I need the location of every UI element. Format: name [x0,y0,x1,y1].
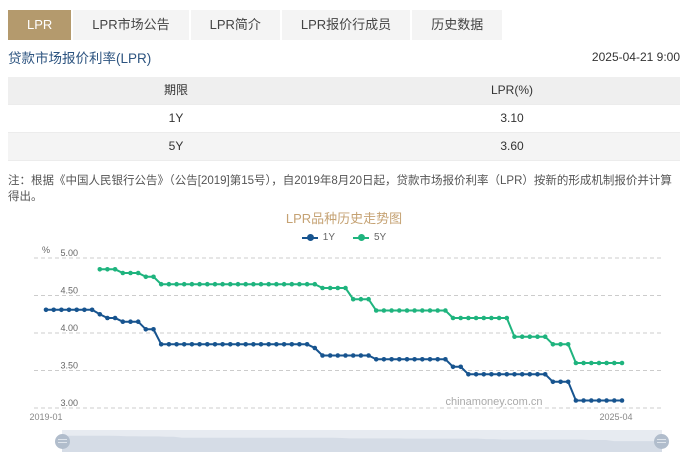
svg-text:4.50: 4.50 [60,286,78,296]
section-header: 贷款市场报价利率(LPR) 2025-04-21 9:00 [8,46,680,68]
tab-lpr[interactable]: LPR [8,10,71,40]
rate-1y-cell: 3.10 [344,105,680,132]
table-header-row: 期限 LPR(%) [8,77,680,105]
svg-text:2025-04: 2025-04 [599,412,632,422]
footnote: 注：根据《中国人民银行公告》（公告[2019]第15号），自2019年8月20日… [8,172,680,204]
table-row: 5Y 3.60 [8,133,680,161]
tab-lpr-quoting-banks[interactable]: LPR报价行成员 [282,10,410,40]
term-1y-cell: 1Y [8,105,344,132]
lpr-rate-table: 期限 LPR(%) 1Y 3.10 5Y 3.60 [8,77,680,161]
rate-5y-cell: 3.60 [344,133,680,160]
table-row: 1Y 3.10 [8,105,680,133]
datazoom-right-handle-icon[interactable] [654,434,669,449]
tab-bar: LPR LPR市场公告 LPR简介 LPR报价行成员 历史数据 [8,10,504,40]
svg-text:5.00: 5.00 [60,248,78,258]
term-5y-cell: 5Y [8,133,344,160]
chart-title: LPR品种历史走势图 [0,208,688,227]
lpr-page: LPR LPR市场公告 LPR简介 LPR报价行成员 历史数据 贷款市场报价利率… [0,0,688,456]
svg-text:%: % [42,245,50,255]
svg-text:3.00: 3.00 [60,398,78,408]
svg-text:2019-01: 2019-01 [29,412,62,422]
datazoom-silhouette [62,430,662,452]
tab-lpr-market-notice[interactable]: LPR市场公告 [73,10,188,40]
datazoom-left-handle-icon[interactable] [55,434,70,449]
svg-text:chinamoney.com.cn: chinamoney.com.cn [445,396,542,408]
svg-text:3.50: 3.50 [60,361,78,371]
page-title: 贷款市场报价利率(LPR) [8,47,151,67]
svg-text:4.00: 4.00 [60,323,78,333]
datazoom-slider[interactable] [62,430,662,452]
tab-lpr-intro[interactable]: LPR简介 [191,10,280,40]
report-datetime: 2025-04-21 9:00 [592,50,680,64]
column-header-rate: LPR(%) [344,77,680,104]
tab-historical-data[interactable]: 历史数据 [412,10,502,40]
lpr-trend-chart: 5.00 4.50 4.00 3.50 3.00% chinamoney.com.cn 20… [0,240,688,426]
column-header-term: 期限 [8,77,344,104]
